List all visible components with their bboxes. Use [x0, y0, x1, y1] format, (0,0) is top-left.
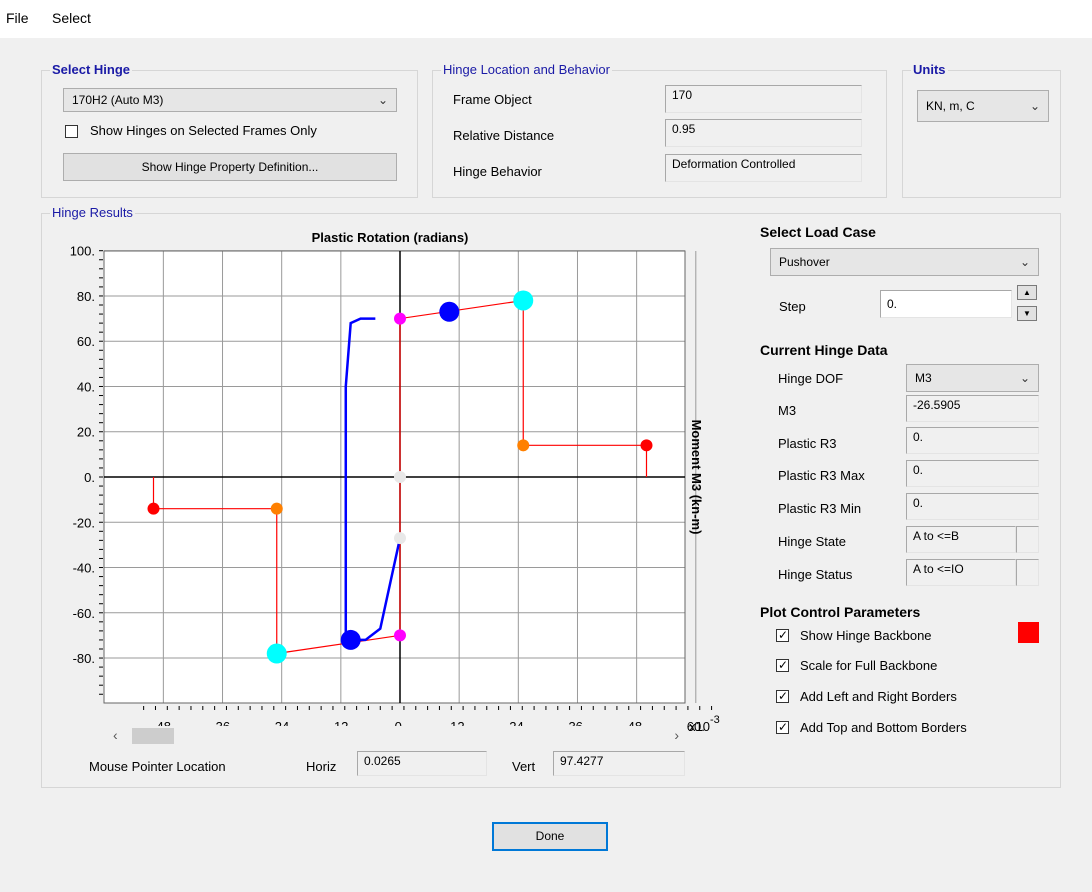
plastic-r3-label: Plastic R3: [778, 436, 837, 451]
show-selected-label: Show Hinges on Selected Frames Only: [90, 123, 317, 138]
top-bottom-borders-label: Add Top and Bottom Borders: [800, 720, 967, 735]
vert-label: Vert: [512, 759, 536, 774]
chevron-down-icon: ⌄: [1019, 255, 1030, 269]
backbone-color-swatch[interactable]: [1018, 622, 1039, 643]
select-hinge-title: Select Hinge: [50, 62, 133, 78]
current-hinge-title: Current Hinge Data: [760, 342, 888, 358]
load-case-dropdown[interactable]: Pushover ⌄: [770, 248, 1039, 276]
hinge-state-field: A to <=B: [906, 526, 1016, 553]
scale-backbone-label: Scale for Full Backbone: [800, 658, 938, 673]
left-right-borders-checkbox[interactable]: ✓: [776, 689, 789, 703]
scroll-right-icon[interactable]: ›: [674, 727, 679, 743]
show-backbone-checkbox[interactable]: ✓: [776, 628, 789, 642]
hinge-select-dropdown[interactable]: 170H2 (Auto M3) ⌄: [63, 88, 397, 112]
hinge-behavior-label: Hinge Behavior: [453, 164, 542, 179]
plastic-r3-max-label: Plastic R3 Max: [778, 468, 865, 483]
plastic-r3-max-field: 0.: [906, 460, 1039, 487]
hinge-dof-value: M3: [915, 371, 932, 385]
units-dropdown[interactable]: KN, m, C ⌄: [917, 90, 1049, 122]
hinge-dof-label: Hinge DOF: [778, 371, 844, 386]
hinge-location-title: Hinge Location and Behavior: [441, 62, 612, 78]
frame-object-label: Frame Object: [453, 92, 532, 107]
hinge-state-label: Hinge State: [778, 534, 846, 549]
horiz-field: 0.0265: [357, 751, 487, 776]
chevron-down-icon: ⌄: [377, 93, 388, 107]
hinge-behavior-field: Deformation Controlled: [665, 154, 862, 182]
show-backbone-label: Show Hinge Backbone: [800, 628, 932, 643]
hinge-dof-dropdown[interactable]: M3 ⌄: [906, 364, 1039, 392]
load-case-title: Select Load Case: [760, 224, 876, 240]
units-title: Units: [911, 62, 948, 78]
plastic-r3-min-label: Plastic R3 Min: [778, 501, 862, 516]
menu-select[interactable]: Select: [52, 10, 91, 26]
show-hinge-definition-button[interactable]: Show Hinge Property Definition...: [63, 153, 397, 181]
hinge-status-color-box: [1016, 559, 1039, 586]
chevron-down-icon: ⌄: [1019, 371, 1030, 385]
plastic-r3-min-field: 0.: [906, 493, 1039, 520]
check-icon: ✓: [778, 689, 789, 703]
step-input[interactable]: 0.: [880, 290, 1012, 318]
frame-object-field: 170: [665, 85, 862, 113]
scrollbar-thumb[interactable]: [132, 728, 174, 744]
step-label: Step: [779, 299, 806, 314]
hinge-state-color-box: [1016, 526, 1039, 553]
top-bottom-borders-checkbox[interactable]: ✓: [776, 720, 789, 734]
check-icon: ✓: [778, 658, 789, 672]
m3-label: M3: [778, 403, 797, 418]
step-down-button[interactable]: ▼: [1017, 306, 1037, 321]
mouse-pointer-label: Mouse Pointer Location: [89, 759, 226, 774]
horiz-label: Horiz: [306, 759, 337, 774]
left-right-borders-label: Add Left and Right Borders: [800, 689, 957, 704]
plastic-r3-field: 0.: [906, 427, 1039, 454]
check-icon: ✓: [778, 720, 789, 734]
units-value: KN, m, C: [926, 99, 975, 113]
relative-distance-label: Relative Distance: [453, 128, 555, 143]
load-case-value: Pushover: [779, 255, 830, 269]
scale-backbone-checkbox[interactable]: ✓: [776, 658, 789, 672]
m3-field: -26.5905: [906, 395, 1039, 422]
done-button[interactable]: Done: [492, 822, 608, 851]
menu-file[interactable]: File: [6, 10, 29, 26]
hinge-status-field: A to <=IO: [906, 559, 1016, 586]
scroll-left-icon[interactable]: ‹: [113, 727, 118, 743]
step-up-button[interactable]: ▲: [1017, 285, 1037, 300]
vert-field: 97.4277: [553, 751, 685, 776]
plot-area[interactable]: [104, 251, 685, 703]
hinge-status-label: Hinge Status: [778, 567, 853, 582]
horizontal-scrollbar[interactable]: ‹ ›: [105, 726, 685, 746]
relative-distance-field: 0.95: [665, 119, 862, 147]
plot-control-title: Plot Control Parameters: [760, 604, 921, 620]
show-selected-checkbox[interactable]: [65, 125, 78, 138]
chevron-down-icon: ⌄: [1029, 99, 1040, 113]
menu-bar: File Select: [0, 0, 1092, 38]
hinge-select-value: 170H2 (Auto M3): [72, 93, 164, 107]
check-icon: ✓: [778, 628, 789, 642]
hinge-results-title: Hinge Results: [50, 205, 135, 221]
